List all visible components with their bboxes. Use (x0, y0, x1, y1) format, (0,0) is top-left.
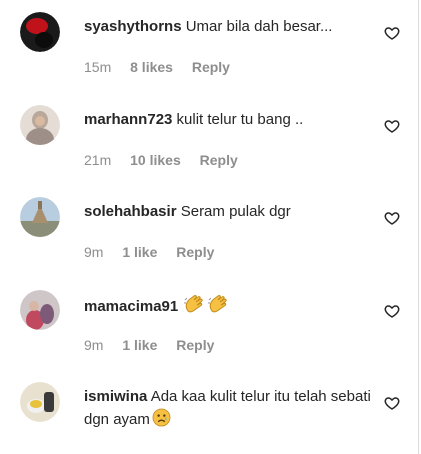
comment-meta: 15m 8 likes Reply (84, 59, 245, 75)
comment-body: marhann723 kulit telur tu bang .. (84, 109, 374, 131)
comment-text: kulit telur tu bang .. (176, 111, 304, 128)
comment-username[interactable]: marhann723 (84, 111, 172, 128)
comment-meta: 9m 1 like Reply (84, 244, 229, 260)
comment-likes[interactable]: 1 like (122, 244, 157, 260)
comment-username[interactable]: solehahbasir (84, 203, 177, 220)
heart-outline-icon[interactable] (384, 395, 400, 411)
clapping-hands-icon (208, 294, 230, 321)
sad-face-icon (152, 408, 171, 434)
comment-text: Umar bila dah besar... (185, 18, 333, 35)
avatar[interactable] (20, 12, 60, 52)
comment-username[interactable]: mamacima91 (84, 298, 178, 315)
heart-outline-icon[interactable] (384, 210, 400, 226)
comment-time: 9m (84, 337, 104, 353)
avatar[interactable] (20, 197, 60, 237)
comment-username[interactable]: syashythorns (84, 18, 182, 35)
comment-username[interactable]: ismiwina (84, 388, 147, 405)
reply-button[interactable]: Reply (200, 152, 238, 168)
comment-meta: 21m 10 likes Reply (84, 152, 253, 168)
avatar[interactable] (20, 105, 60, 145)
reply-button[interactable]: Reply (176, 244, 214, 260)
heart-outline-icon[interactable] (384, 118, 400, 134)
comment-meta: 9m 1 like Reply (84, 337, 229, 353)
comment-body: ismiwina Ada kaa kulit telur itu telah s… (84, 386, 374, 434)
comment-body: solehahbasir Seram pulak dgr (84, 201, 374, 223)
avatar[interactable] (20, 382, 60, 422)
reply-button[interactable]: Reply (192, 59, 230, 75)
comment-time: 15m (84, 59, 112, 75)
comment-time: 9m (84, 244, 104, 260)
heart-outline-icon[interactable] (384, 303, 400, 319)
comment-likes[interactable]: 1 like (122, 337, 157, 353)
comment-body: mamacima91 (84, 294, 374, 321)
comment-time: 21m (84, 152, 112, 168)
comment-text: Seram pulak dgr (180, 203, 291, 220)
comment-likes[interactable]: 8 likes (130, 59, 173, 75)
clapping-hands-icon (184, 294, 206, 321)
avatar[interactable] (20, 290, 60, 330)
panel-divider (418, 0, 419, 454)
heart-outline-icon[interactable] (384, 25, 400, 41)
comment-body: syashythorns Umar bila dah besar... (84, 16, 374, 38)
reply-button[interactable]: Reply (176, 337, 214, 353)
comment-likes[interactable]: 10 likes (130, 152, 181, 168)
